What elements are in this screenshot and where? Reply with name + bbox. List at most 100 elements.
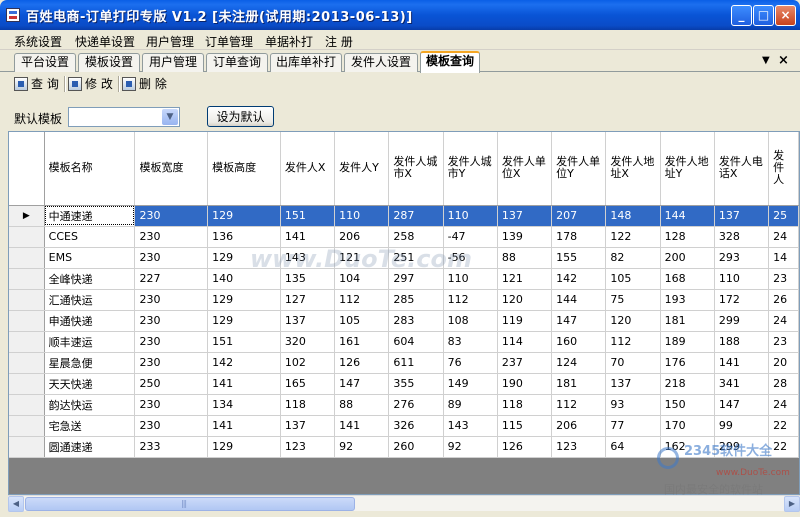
table-cell[interactable]: 92 [334,436,390,458]
table-cell[interactable]: 112 [334,289,390,311]
table-cell[interactable]: 137 [280,415,336,437]
table-cell[interactable]: 230 [134,331,209,353]
table-cell[interactable]: 142 [207,352,281,374]
table-cell[interactable]: 110 [714,268,770,290]
column-header[interactable]: 发件人城市X [388,132,444,206]
table-cell[interactable]: 105 [605,268,661,290]
table-cell[interactable]: 250 [134,373,209,395]
table-cell[interactable]: 118 [497,394,553,416]
column-header[interactable]: 模板高度 [207,132,281,206]
table-cell[interactable]: 189 [660,331,715,353]
table-cell[interactable]: 230 [134,247,209,269]
table-cell[interactable]: 237 [497,352,553,374]
table-cell[interactable]: 150 [660,394,715,416]
chevron-down-icon[interactable]: ▼ [162,109,178,125]
table-cell[interactable]: 20 [768,352,799,374]
table-cell[interactable]: 22 [768,436,799,458]
table-cell[interactable]: 328 [714,226,770,248]
tab-template-settings[interactable]: 模板设置 [78,53,140,72]
table-cell[interactable]: 110 [334,205,390,227]
table-cell[interactable]: 141 [334,415,390,437]
table-cell[interactable]: 604 [388,331,444,353]
table-cell[interactable]: 114 [497,331,553,353]
table-cell[interactable]: 83 [443,331,498,353]
table-cell[interactable]: 230 [134,205,209,227]
column-header[interactable]: 发件人地址Y [660,132,715,206]
default-template-select[interactable]: ▼ [68,107,180,127]
tab-user-management[interactable]: 用户管理 [142,53,204,72]
table-cell[interactable]: 151 [280,205,336,227]
template-name-cell[interactable]: 全峰快递 [44,268,136,290]
table-cell[interactable]: 144 [660,205,715,227]
table-cell[interactable]: 112 [605,331,661,353]
minimize-button[interactable]: _ [731,5,752,26]
table-cell[interactable]: 75 [605,289,661,311]
tab-sender-settings[interactable]: 发件人设置 [344,53,418,72]
table-row[interactable]: 汇通快运 230 129 127 112 285 112 120 144 75 193 172 26 [9,289,799,311]
table-cell[interactable]: 99 [714,415,770,437]
template-name-cell[interactable]: 宅急送 [44,415,136,437]
table-cell[interactable]: 230 [134,394,209,416]
row-header[interactable] [9,289,45,311]
table-cell[interactable]: 341 [714,373,770,395]
template-name-cell[interactable]: 申通快递 [44,310,136,332]
table-cell[interactable]: 611 [388,352,444,374]
tab-template-query[interactable]: 模板查询 [420,51,480,73]
table-cell[interactable]: 137 [714,205,770,227]
table-cell[interactable]: 64 [605,436,661,458]
maximize-button[interactable]: □ [753,5,774,26]
menu-order-management[interactable]: 订单管理 [205,33,253,50]
template-name-cell[interactable]: 星晨急便 [44,352,136,374]
delete-button[interactable]: 删 除 [122,76,167,93]
column-header[interactable]: 模板名称 [44,132,136,206]
table-cell[interactable]: 22 [768,415,799,437]
table-cell[interactable]: 127 [280,289,336,311]
table-cell[interactable]: 119 [497,310,553,332]
table-cell[interactable]: 161 [334,331,390,353]
template-name-cell[interactable]: 中通速递 [44,205,136,227]
table-cell[interactable]: 77 [605,415,661,437]
table-cell[interactable]: 149 [443,373,498,395]
table-cell[interactable]: 207 [551,205,607,227]
table-cell[interactable]: 110 [443,205,498,227]
row-header-corner[interactable] [9,132,45,206]
table-cell[interactable]: 123 [280,436,336,458]
table-cell[interactable]: 181 [660,310,715,332]
table-cell[interactable]: 143 [443,415,498,437]
table-cell[interactable]: 76 [443,352,498,374]
table-cell[interactable]: 206 [334,226,390,248]
table-cell[interactable]: 141 [280,226,336,248]
table-cell[interactable]: 181 [551,373,607,395]
menu-system-settings[interactable]: 系统设置 [14,33,62,50]
table-cell[interactable]: 151 [207,331,281,353]
menu-reprint[interactable]: 单据补打 [265,33,313,50]
table-cell[interactable]: 141 [207,415,281,437]
table-cell[interactable]: 120 [497,289,553,311]
table-cell[interactable]: 121 [497,268,553,290]
table-cell[interactable]: 355 [388,373,444,395]
row-header[interactable] [9,373,45,395]
table-cell[interactable]: 28 [768,373,799,395]
table-cell[interactable]: 206 [551,415,607,437]
tab-list-icon[interactable]: ▼ [762,55,770,66]
table-cell[interactable]: 285 [388,289,444,311]
menu-user-management[interactable]: 用户管理 [146,33,194,50]
query-button[interactable]: 查 询 [14,76,59,93]
column-header[interactable]: 发件人Y [334,132,390,206]
table-row[interactable]: 圆通速递 233 129 123 92 260 92 126 123 64 162 299 22 [9,436,799,458]
column-header[interactable]: 发件人电话X [714,132,770,206]
table-cell[interactable]: 230 [134,310,209,332]
table-cell[interactable]: 230 [134,226,209,248]
table-cell[interactable]: 102 [280,352,336,374]
table-cell[interactable]: 112 [551,394,607,416]
template-name-cell[interactable]: 顺丰速运 [44,331,136,353]
table-cell[interactable]: 92 [443,436,498,458]
table-cell[interactable]: 193 [660,289,715,311]
table-cell[interactable]: 24 [768,394,799,416]
table-cell[interactable]: 89 [443,394,498,416]
row-header[interactable] [9,226,45,248]
table-cell[interactable]: 137 [497,205,553,227]
table-cell[interactable]: 105 [334,310,390,332]
tab-order-query[interactable]: 订单查询 [206,53,268,72]
table-cell[interactable]: 70 [605,352,661,374]
